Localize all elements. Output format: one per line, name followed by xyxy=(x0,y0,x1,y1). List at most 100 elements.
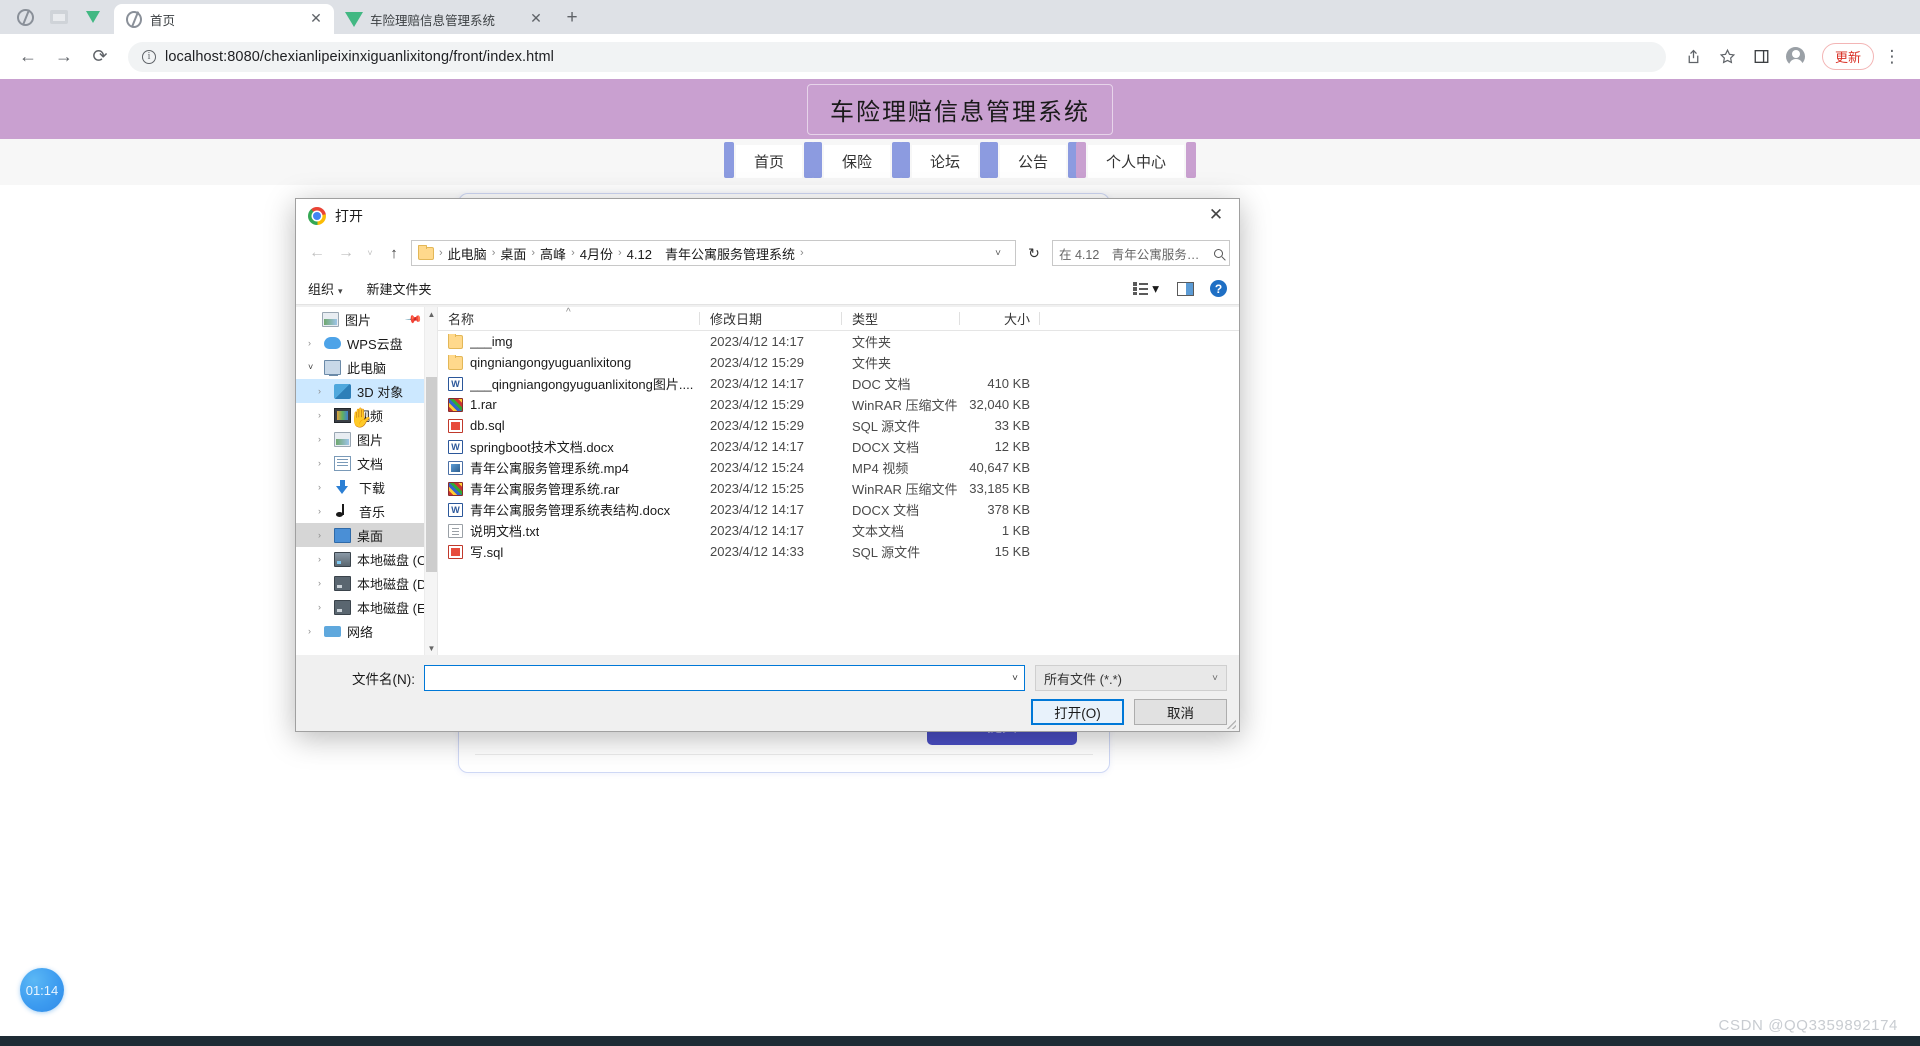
column-header-type[interactable]: 类型 xyxy=(842,309,960,328)
sidebar-item-3d-objects[interactable]: › 3D 对象 xyxy=(296,379,437,403)
table-row[interactable]: 说明文档.txt 2023/4/12 14:17 文本文档 1 KB xyxy=(438,520,1239,541)
back-icon[interactable]: ← xyxy=(305,241,329,265)
sidebar-item-desktop[interactable]: › 桌面 xyxy=(296,523,437,547)
help-icon[interactable]: ? xyxy=(1210,280,1227,297)
cancel-button[interactable]: 取消 xyxy=(1134,699,1227,725)
forward-icon[interactable]: → xyxy=(48,41,80,73)
share-icon[interactable] xyxy=(1678,41,1710,73)
table-row[interactable]: 青年公寓服务管理系统.rar 2023/4/12 15:25 WinRAR 压缩文件… xyxy=(438,478,1239,499)
chevron-right-icon[interactable]: › xyxy=(318,506,328,516)
preview-pane-icon[interactable] xyxy=(1177,281,1194,296)
pin-icon[interactable]: 📌 xyxy=(405,310,424,328)
sidebar-item-downloads[interactable]: › 下载 xyxy=(296,475,437,499)
new-tab-button[interactable]: + xyxy=(558,4,586,32)
breadcrumb-item-3[interactable]: 4月份 xyxy=(580,244,613,263)
scrollbar-thumb[interactable] xyxy=(426,377,437,572)
nav-item-forum[interactable]: 论坛 xyxy=(899,142,991,178)
tabgroup-vue-icon[interactable] xyxy=(76,0,110,34)
address-bar[interactable]: i localhost:8080/chexianlipeixinxiguanli… xyxy=(128,41,1666,72)
close-icon[interactable]: ✕ xyxy=(1193,199,1239,231)
scroll-down-icon[interactable]: ▼ xyxy=(425,641,437,655)
table-row[interactable]: W 青年公寓服务管理系统表结构.docx 2023/4/12 14:17 DOCX 文… xyxy=(438,499,1239,520)
close-icon[interactable]: ✕ xyxy=(528,11,544,27)
chevron-right-icon[interactable]: › xyxy=(318,530,328,540)
resize-grip[interactable] xyxy=(1226,719,1236,729)
table-row[interactable]: db.sql 2023/4/12 15:29 SQL 源文件 33 KB xyxy=(438,415,1239,436)
sidebar-item-network[interactable]: › 网络 xyxy=(296,619,437,643)
back-icon[interactable]: ← xyxy=(12,41,44,73)
timer-badge[interactable]: 01:14 xyxy=(20,968,64,1012)
reload-icon[interactable]: ⟳ xyxy=(84,41,116,73)
tabgroup-window-icon[interactable] xyxy=(42,0,76,34)
table-row[interactable]: W ___qingniangongyuguanlixitong图片.... 2023… xyxy=(438,373,1239,394)
table-row[interactable]: qingniangongyuguanlixitong 2023/4/12 15:2… xyxy=(438,352,1239,373)
chevron-right-icon[interactable]: › xyxy=(318,482,328,492)
organize-button[interactable]: 组织 ▾ xyxy=(308,279,343,298)
scroll-up-icon[interactable]: ▲ xyxy=(425,307,437,321)
sidebar-item-pictures-pinned[interactable]: 图片 📌 xyxy=(296,307,437,331)
update-button[interactable]: 更新 xyxy=(1821,43,1874,70)
tabgroup-globe-icon[interactable] xyxy=(8,0,42,34)
chrome-menu-icon[interactable]: ⋮ xyxy=(1876,41,1908,73)
close-icon[interactable]: ✕ xyxy=(308,11,324,27)
column-header-date[interactable]: 修改日期 xyxy=(700,309,842,328)
sidebar-item-local-disk-d[interactable]: › 本地磁盘 (D:) xyxy=(296,571,437,595)
sidebar-item-local-disk-c[interactable]: › 本地磁盘 (C:) xyxy=(296,547,437,571)
table-row[interactable]: Wspringboot技术文档.docx 2023/4/12 14:17 DOCX … xyxy=(438,436,1239,457)
forward-icon[interactable]: → xyxy=(334,241,358,265)
up-one-level-icon[interactable]: ↑ xyxy=(382,241,406,265)
sidebar-item-wps-cloud[interactable]: › WPS云盘 xyxy=(296,331,437,355)
breadcrumb[interactable]: › 此电脑 › 桌面 › 高峰 › 4月份 › 4.12 青年公寓服务管理系统 … xyxy=(411,240,1016,266)
breadcrumb-item-1[interactable]: 桌面 xyxy=(500,244,526,263)
side-panel-icon[interactable] xyxy=(1746,41,1778,73)
chevron-right-icon[interactable]: › xyxy=(318,554,328,564)
bookmark-star-icon[interactable] xyxy=(1712,41,1744,73)
chevron-right-icon[interactable]: › xyxy=(318,578,328,588)
chevron-right-icon[interactable]: › xyxy=(308,338,318,348)
chevron-right-icon[interactable]: › xyxy=(318,602,328,612)
sidebar-item-pictures[interactable]: › 图片 xyxy=(296,427,437,451)
chevron-right-icon[interactable]: › xyxy=(318,458,328,468)
table-row[interactable]: 青年公寓服务管理系统.mp4 2023/4/12 15:24 MP4 视频 40,64… xyxy=(438,457,1239,478)
sidebar-item-music[interactable]: › 音乐 xyxy=(296,499,437,523)
word-icon: W xyxy=(448,376,463,391)
column-header-name[interactable]: 名称 ^ xyxy=(438,307,700,328)
new-folder-button[interactable]: 新建文件夹 xyxy=(367,279,432,298)
sidebar-scrollbar[interactable]: ▲ ▼ xyxy=(424,307,437,655)
file-type-filter[interactable]: 所有文件 (*.*) ˅ xyxy=(1035,665,1227,691)
breadcrumb-item-2[interactable]: 高峰 xyxy=(540,244,566,263)
view-mode-button[interactable]: ▾ xyxy=(1133,281,1159,297)
sidebar-item-documents[interactable]: › 文档 xyxy=(296,451,437,475)
chevron-down-icon[interactable]: ˅ xyxy=(987,248,1009,259)
chevron-right-icon[interactable]: › xyxy=(318,386,328,396)
picture-icon xyxy=(334,431,351,447)
nav-item-personal-center[interactable]: 个人中心 xyxy=(1076,142,1197,178)
tab-home[interactable]: 首页 ✕ xyxy=(114,4,334,34)
table-row[interactable]: ___img 2023/4/12 14:17 文件夹 xyxy=(438,331,1239,352)
search-input[interactable]: 在 4.12 青年公寓服务管理… xyxy=(1052,240,1230,266)
chevron-right-icon[interactable]: › xyxy=(318,434,328,444)
recent-locations-icon[interactable]: ˅ xyxy=(363,241,377,265)
tab-claims-system[interactable]: 车险理赔信息管理系统 ✕ xyxy=(334,4,554,34)
site-info-icon[interactable]: i xyxy=(142,49,156,64)
breadcrumb-item-4[interactable]: 4.12 青年公寓服务管理系统 xyxy=(627,244,795,263)
nav-item-home[interactable]: 首页 xyxy=(723,142,814,178)
nav-item-announcement[interactable]: 公告 xyxy=(987,142,1079,178)
chevron-down-icon[interactable]: ˅ xyxy=(1006,673,1018,684)
filename-input[interactable]: ˅ xyxy=(424,665,1025,691)
table-row[interactable]: 1.rar 2023/4/12 15:29 WinRAR 压缩文件 32,040 KB xyxy=(438,394,1239,415)
table-row[interactable]: 写.sql 2023/4/12 14:33 SQL 源文件 15 KB xyxy=(438,541,1239,562)
nav-item-insurance[interactable]: 保险 xyxy=(811,142,903,178)
sidebar-item-local-disk-e[interactable]: › 本地磁盘 (E:) xyxy=(296,595,437,619)
sidebar-item-label: 音乐 xyxy=(359,504,386,520)
chevron-down-icon[interactable]: ˅ xyxy=(308,362,318,372)
breadcrumb-item-0[interactable]: 此电脑 xyxy=(448,244,487,263)
open-button[interactable]: 打开(O) xyxy=(1031,699,1124,725)
chevron-right-icon[interactable]: › xyxy=(318,410,328,420)
chevron-right-icon[interactable]: › xyxy=(308,626,318,636)
column-header-size[interactable]: 大小 xyxy=(960,309,1040,328)
refresh-icon[interactable]: ↻ xyxy=(1021,240,1047,266)
profile-avatar[interactable] xyxy=(1780,41,1812,73)
dialog-titlebar[interactable]: 打开 ✕ xyxy=(296,199,1239,233)
sidebar-item-this-pc[interactable]: ˅ 此电脑 xyxy=(296,355,437,379)
